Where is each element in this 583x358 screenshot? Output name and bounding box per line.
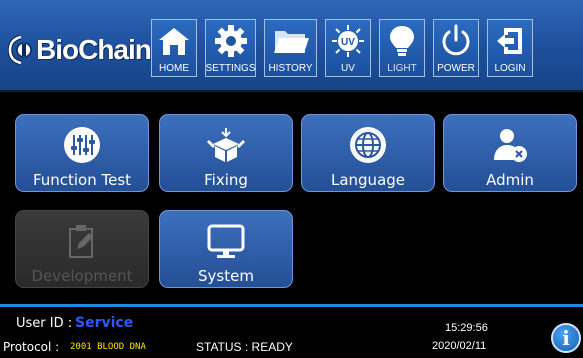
lightbulb-icon [382, 23, 422, 59]
box-icon [206, 125, 246, 165]
power-button[interactable]: POWER [433, 19, 479, 77]
login-icon [490, 23, 530, 59]
top-toolbar: BioChain ® HOME [0, 0, 583, 90]
monitor-icon [206, 221, 246, 261]
home-label: HOME [159, 63, 189, 74]
admin-tile[interactable]: Admin [443, 114, 577, 192]
uv-button[interactable]: UV UV [325, 19, 371, 77]
language-label: Language [330, 171, 406, 189]
protocol-value: 2001 BLOOD DNA [70, 342, 146, 352]
power-label: POWER [437, 63, 475, 74]
login-label: LOGIN [494, 63, 526, 74]
home-icon [154, 23, 194, 59]
nav-bar: HOME SETTINGS HISTORY UV UV LIGHT POWER … [151, 19, 541, 77]
info-icon: i [562, 326, 570, 350]
admin-user-icon [490, 125, 530, 165]
development-label: Development [31, 267, 133, 285]
admin-label: Admin [486, 171, 534, 189]
function-test-tile[interactable]: Function Test [15, 114, 149, 192]
brand-logo: BioChain ® [7, 30, 160, 70]
history-label: HISTORY [268, 63, 313, 74]
gear-icon [211, 23, 251, 59]
light-button[interactable]: LIGHT [379, 19, 425, 77]
user-id-label: User ID : [16, 316, 73, 331]
biochain-logo-icon [7, 34, 34, 66]
fixing-label: Fixing [204, 171, 248, 189]
power-icon [436, 23, 476, 59]
edit-document-icon [62, 221, 102, 261]
light-label: LIGHT [387, 63, 417, 74]
svg-text:UV: UV [341, 37, 355, 48]
main-menu: Function Test Fixing Language Admin Deve… [0, 92, 583, 304]
system-tile[interactable]: System [159, 210, 293, 288]
uv-icon: UV [328, 23, 368, 59]
fixing-tile[interactable]: Fixing [159, 114, 293, 192]
clock-date: 2020/02/11 [432, 340, 487, 352]
clock-time: 15:29:56 [445, 322, 488, 334]
home-button[interactable]: HOME [151, 19, 197, 77]
uv-label: UV [341, 63, 355, 74]
development-tile[interactable]: Development [15, 210, 149, 288]
settings-label: SETTINGS [205, 63, 256, 74]
history-button[interactable]: HISTORY [264, 19, 317, 77]
folder-icon [271, 23, 311, 59]
brand-name: BioChain [36, 34, 152, 65]
sliders-icon [62, 125, 102, 165]
function-test-label: Function Test [32, 171, 132, 189]
system-label: System [198, 267, 254, 285]
protocol-label: Protocol : [3, 340, 60, 354]
settings-button[interactable]: SETTINGS [205, 19, 256, 77]
language-tile[interactable]: Language [301, 114, 435, 192]
status-text: STATUS : READY [196, 340, 293, 354]
info-button[interactable]: i [551, 323, 581, 353]
login-button[interactable]: LOGIN [487, 19, 533, 77]
status-bar: User ID : Service Protocol : 2001 BLOOD … [0, 307, 583, 358]
user-id-value: Service [75, 315, 134, 331]
globe-icon [348, 125, 388, 165]
